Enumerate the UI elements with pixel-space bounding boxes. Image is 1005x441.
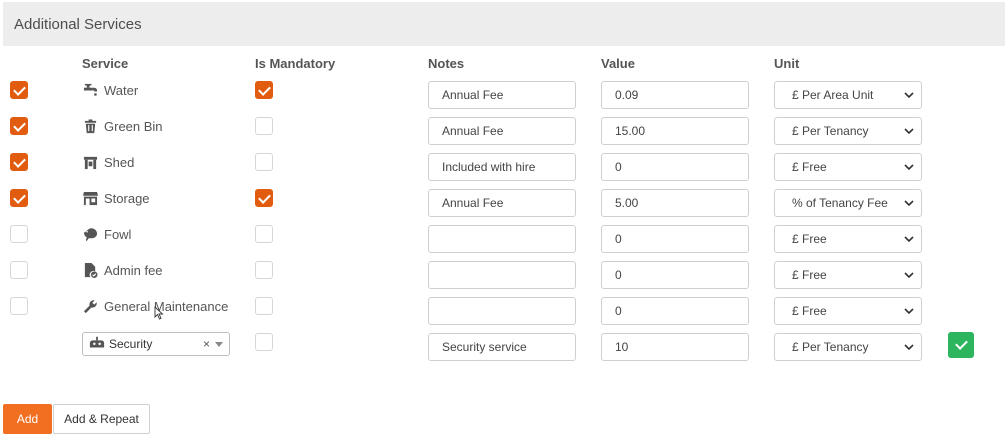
file-check-icon (82, 262, 98, 278)
shed-icon (82, 154, 98, 170)
row-select-checkbox[interactable] (10, 189, 28, 207)
col-head-value: Value (601, 56, 635, 71)
confirm-row-button[interactable] (948, 332, 974, 358)
new-unit-value: £ Per Tenancy (792, 340, 869, 354)
mandatory-checkbox[interactable] (255, 261, 273, 279)
unit-value: £ Free (792, 160, 827, 174)
unit-select[interactable]: £ Free (774, 225, 922, 253)
table-row: General Maintenance 0 £ Free (0, 288, 1005, 325)
new-mandatory-checkbox[interactable] (255, 333, 273, 351)
robot-icon (89, 336, 105, 353)
panel-title: Additional Services (14, 15, 142, 33)
service-name: Admin fee (104, 262, 163, 278)
table-row: Admin fee 0 £ Free (0, 252, 1005, 289)
value-input[interactable]: 0 (601, 153, 749, 181)
notes-input[interactable]: Annual Fee (428, 81, 576, 109)
service-select-value: Security (109, 337, 153, 351)
chevron-down-icon (903, 161, 915, 173)
service-name: General Maintenance (104, 298, 229, 314)
chicken-icon (82, 226, 98, 242)
chevron-down-icon (903, 233, 915, 245)
dropdown-caret-icon[interactable] (215, 341, 223, 347)
mouse-cursor-icon (154, 306, 164, 320)
new-value-input[interactable]: 10 (601, 333, 749, 361)
row-select-checkbox[interactable] (10, 261, 28, 279)
service-name: Storage (104, 190, 150, 206)
col-head-unit: Unit (774, 56, 800, 71)
new-unit-select[interactable]: £ Per Tenancy (774, 333, 922, 361)
row-select-checkbox[interactable] (10, 225, 28, 243)
notes-input[interactable]: Annual Fee (428, 189, 576, 217)
chevron-down-icon (903, 197, 915, 209)
mandatory-checkbox[interactable] (255, 81, 273, 99)
unit-value: £ Free (792, 268, 827, 282)
chevron-down-icon (903, 89, 915, 101)
unit-select[interactable]: % of Tenancy Fee (774, 189, 922, 217)
notes-input[interactable] (428, 261, 576, 289)
value-input[interactable]: 0 (601, 225, 749, 253)
col-head-service: Service (82, 56, 129, 71)
notes-input[interactable]: Included with hire (428, 153, 576, 181)
unit-select[interactable]: £ Free (774, 261, 922, 289)
notes-input[interactable] (428, 225, 576, 253)
unit-value: £ Free (792, 304, 827, 318)
mandatory-checkbox[interactable] (255, 225, 273, 243)
mandatory-checkbox[interactable] (255, 153, 273, 171)
row-select-checkbox[interactable] (10, 153, 28, 171)
unit-select[interactable]: £ Per Area Unit (774, 81, 922, 109)
store-icon (82, 190, 98, 206)
trash-icon (82, 118, 98, 134)
value-input[interactable]: 15.00 (601, 117, 749, 145)
value-input[interactable]: 0 (601, 261, 749, 289)
chevron-down-icon (903, 341, 915, 353)
col-head-mandatory: Is Mandatory (255, 56, 336, 71)
table-row: Shed Included with hire 0 £ Free (0, 144, 1005, 181)
value-input[interactable]: 5.00 (601, 189, 749, 217)
add-repeat-button[interactable]: Add & Repeat (53, 404, 150, 434)
service-label: Green Bin (82, 118, 163, 134)
unit-select[interactable]: £ Free (774, 297, 922, 325)
row-select-checkbox[interactable] (10, 117, 28, 135)
col-head-notes: Notes (428, 56, 465, 71)
unit-value: £ Per Tenancy (792, 124, 869, 138)
chevron-down-icon (903, 125, 915, 137)
table-row: Fowl 0 £ Free (0, 216, 1005, 253)
service-name: Water (104, 82, 139, 98)
service-label: Shed (82, 154, 134, 170)
row-select-checkbox[interactable] (10, 81, 28, 99)
mandatory-checkbox[interactable] (255, 297, 273, 315)
table-row: Storage Annual Fee 5.00 % of Tenancy Fee (0, 180, 1005, 217)
unit-value: £ Free (792, 232, 827, 246)
chevron-down-icon (903, 269, 915, 281)
table-row: Water Annual Fee 0.09 £ Per Area Unit (0, 72, 1005, 109)
new-notes-input[interactable]: Security service (428, 333, 576, 361)
value-input[interactable]: 0.09 (601, 81, 749, 109)
value-input[interactable]: 0 (601, 297, 749, 325)
faucet-icon (82, 82, 98, 98)
clear-selection-icon[interactable]: × (203, 337, 210, 351)
table-row: Green Bin Annual Fee 15.00 £ Per Tenancy (0, 108, 1005, 145)
row-select-checkbox[interactable] (10, 297, 28, 315)
panel-header: Additional Services (3, 2, 1005, 46)
service-name: Green Bin (104, 118, 163, 134)
service-name: Fowl (104, 226, 132, 242)
notes-input[interactable]: Annual Fee (428, 117, 576, 145)
service-label: Fowl (82, 226, 131, 242)
service-name: Shed (104, 154, 135, 170)
unit-value: % of Tenancy Fee (792, 196, 888, 210)
mandatory-checkbox[interactable] (255, 117, 273, 135)
chevron-down-icon (903, 305, 915, 317)
service-label: Admin fee (82, 262, 163, 278)
service-label: Water (82, 82, 138, 98)
service-select[interactable]: Security × (82, 332, 230, 356)
notes-input[interactable] (428, 297, 576, 325)
service-label: Storage (82, 190, 150, 206)
unit-value: £ Per Area Unit (792, 88, 874, 102)
mandatory-checkbox[interactable] (255, 189, 273, 207)
unit-select[interactable]: £ Free (774, 153, 922, 181)
add-button[interactable]: Add (3, 404, 52, 434)
unit-select[interactable]: £ Per Tenancy (774, 117, 922, 145)
wrench-icon (82, 298, 98, 314)
